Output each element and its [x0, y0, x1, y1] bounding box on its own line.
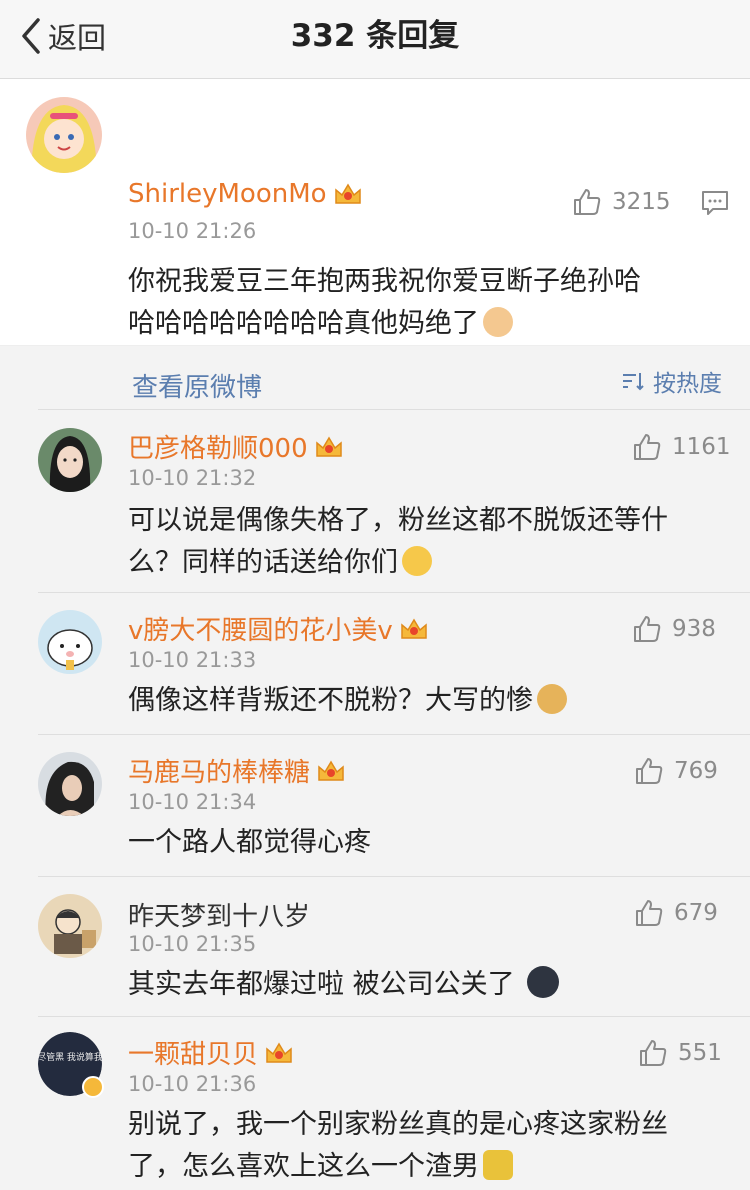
reply-username[interactable]: 马鹿马的棒棒糖	[128, 752, 346, 789]
reply-username[interactable]: 巴彦格勒顺000	[128, 428, 344, 465]
comment-username[interactable]: ShirleyMoonMo	[128, 179, 363, 209]
like-count: 3215	[612, 189, 671, 215]
divider	[38, 409, 750, 410]
reply-time: 10-10 21:32	[128, 466, 257, 490]
like-count: 1161	[672, 434, 731, 460]
reply-text-line: 其实去年都爆过啦 被公司公关了	[128, 964, 560, 1006]
divider	[38, 1016, 750, 1017]
like-button[interactable]: 769	[634, 756, 718, 786]
page-title: 332 条回复	[290, 18, 460, 54]
crown-badge-icon	[401, 618, 427, 639]
username-text[interactable]: 马鹿马的棒棒糖	[128, 752, 310, 789]
like-count: 938	[672, 616, 716, 642]
username-text[interactable]: ShirleyMoonMo	[128, 179, 327, 209]
reply-time: 10-10 21:36	[128, 1072, 257, 1096]
reply-time: 10-10 21:34	[128, 790, 257, 814]
like-button[interactable]: 938	[632, 614, 716, 644]
crown-badge-icon	[315, 436, 342, 457]
thumbs-up-icon	[636, 758, 663, 784]
doge-emoji-icon	[537, 684, 567, 714]
divider	[38, 876, 750, 877]
like-button[interactable]: 1161	[632, 432, 731, 462]
cup-emoji-icon	[483, 1150, 513, 1180]
reply-text: 可以说是偶像失格了，粉丝这都不脱饭还等什 么？同样的话送给你们	[128, 500, 668, 584]
smile-emoji-icon	[402, 546, 432, 576]
like-button[interactable]: 551	[638, 1038, 722, 1068]
divider	[38, 734, 750, 735]
reply-text: 其实去年都爆过啦 被公司公关了	[128, 964, 560, 1006]
avatar[interactable]	[38, 894, 102, 958]
avatar[interactable]	[38, 428, 102, 492]
thumbs-up-icon	[636, 900, 663, 926]
reply-text-line: 了，怎么喜欢上这么一个渣男	[128, 1146, 668, 1188]
thumbs-up-icon	[574, 189, 601, 215]
avatar[interactable]: 你尽管黑 我说算我的	[38, 1032, 104, 1098]
comment-time: 10-10 21:26	[128, 219, 257, 243]
thumbs-up-icon	[634, 616, 661, 642]
sort-button[interactable]: 按热度	[621, 364, 722, 398]
reply-text: 别说了，我一个别家粉丝真的是心疼这家粉丝 了，怎么喜欢上这么一个渣男	[128, 1104, 668, 1188]
like-count: 679	[674, 900, 718, 926]
sort-label: 按热度	[653, 371, 722, 397]
comment-text-line: 哈哈哈哈哈哈哈哈真他妈绝了	[128, 303, 641, 345]
thumbs-up-icon	[640, 1040, 667, 1066]
username-text[interactable]: 昨天梦到十八岁	[128, 896, 310, 933]
sort-icon	[623, 373, 644, 391]
avatar-text-line: 你尽管黑 我说算我的	[38, 1051, 102, 1063]
reply-text-line: 一个路人都觉得心疼	[128, 827, 371, 858]
comment-text: 你祝我爱豆三年抱两我祝你爱豆断子绝孙哈 哈哈哈哈哈哈哈哈真他妈绝了	[128, 261, 641, 345]
avatar[interactable]	[26, 97, 102, 173]
ok-hand-emoji-icon	[483, 307, 513, 337]
like-button[interactable]: 679	[634, 898, 718, 928]
reply-username[interactable]: v膀大不腰圆的花小美v	[128, 610, 429, 647]
avatar[interactable]	[38, 752, 102, 816]
thumbs-up-icon	[634, 434, 661, 460]
reply-time: 10-10 21:35	[128, 932, 257, 956]
crown-badge-icon	[266, 1042, 292, 1063]
sort-bar: 按热度	[0, 346, 750, 408]
reply-username[interactable]: 一颗甜贝贝	[128, 1034, 294, 1071]
dark-moon-emoji-icon	[527, 966, 560, 998]
reply-text-line: 可以说是偶像失格了，粉丝这都不脱饭还等什	[128, 505, 668, 536]
comment-icon[interactable]	[701, 190, 729, 216]
comment-text-line: 你祝我爱豆三年抱两我祝你爱豆断子绝孙哈	[128, 266, 641, 297]
reply-text-line: 别说了，我一个别家粉丝真的是心疼这家粉丝	[128, 1109, 668, 1140]
username-text[interactable]: v膀大不腰圆的花小美v	[128, 610, 393, 647]
main-comment: ShirleyMoonMo 10-10 21:26 3215 你祝我爱豆三年抱两…	[0, 79, 750, 403]
crown-badge-icon	[334, 183, 361, 204]
reply-text: 偶像这样背叛还不脱粉？大写的惨	[128, 680, 567, 722]
like-button[interactable]: 3215	[572, 187, 671, 217]
username-text[interactable]: 巴彦格勒顺000	[128, 428, 308, 465]
crown-badge-icon	[318, 760, 344, 781]
like-count: 551	[678, 1040, 722, 1066]
reply-text: 一个路人都觉得心疼	[128, 822, 371, 864]
reply-text-line: 偶像这样背叛还不脱粉？大写的惨	[128, 680, 567, 722]
nav-bar: 返回 332 条回复	[0, 0, 750, 79]
divider	[38, 592, 750, 593]
avatar[interactable]	[38, 610, 102, 674]
reply-username[interactable]: 昨天梦到十八岁	[128, 896, 310, 933]
verified-badge-icon	[82, 1076, 104, 1098]
username-text[interactable]: 一颗甜贝贝	[128, 1034, 258, 1071]
reply-text-line: 么？同样的话送给你们	[128, 542, 668, 584]
reply-time: 10-10 21:33	[128, 648, 257, 672]
like-count: 769	[674, 758, 718, 784]
